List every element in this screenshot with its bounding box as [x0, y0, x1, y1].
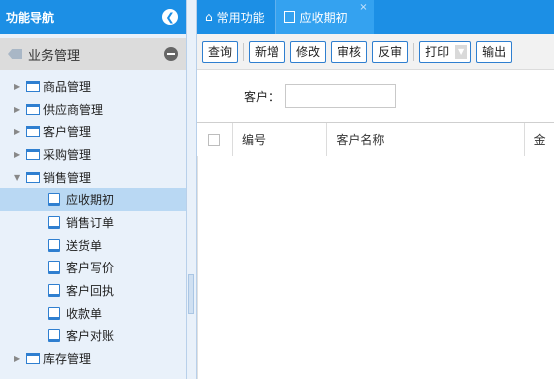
chevron-down-icon[interactable]: ▼ — [455, 44, 468, 59]
main-area: ⌂ 常用功能 应收期初 × 查询 新增 修改 审核 反审 打印 ▼ 输出 客户： — [197, 0, 554, 379]
module-label: 业务管理 — [28, 48, 81, 64]
tab-label: 应收期初 — [299, 10, 348, 25]
sidebar-item-customer-statement[interactable]: 客户对账 — [0, 325, 186, 348]
review-button[interactable]: 审核 — [331, 40, 368, 63]
expand-arrow-icon[interactable]: ▶ — [14, 150, 24, 159]
folder-icon — [26, 126, 40, 138]
toolbar: 查询 新增 修改 审核 反审 打印 ▼ 输出 — [197, 34, 554, 70]
sidebar-header: 功能导航 ❮ — [0, 0, 186, 34]
sidebar-item-receivable-opening[interactable]: 应收期初 — [0, 188, 186, 212]
document-icon — [48, 306, 60, 320]
expand-arrow-icon[interactable]: ▶ — [14, 127, 24, 136]
expand-arrow-icon[interactable]: ▶ — [14, 82, 24, 91]
print-button[interactable]: 打印 ▼ — [419, 40, 472, 63]
edit-button[interactable]: 修改 — [290, 40, 327, 63]
column-header-customer-name[interactable]: 客户名称 — [327, 122, 525, 157]
customer-input[interactable] — [285, 84, 397, 108]
document-icon — [48, 215, 60, 229]
data-grid: 编号 客户名称 金 — [197, 122, 554, 157]
export-button[interactable]: 输出 — [476, 40, 513, 63]
page-icon — [283, 11, 295, 23]
print-label: 打印 — [425, 45, 450, 59]
sidebar-item-customer-receipt[interactable]: 客户回执 — [0, 279, 186, 302]
sidebar-item-delivery-note[interactable]: 送货单 — [0, 234, 186, 257]
select-all-checkbox[interactable] — [208, 133, 221, 146]
document-icon — [48, 329, 60, 343]
close-tab-icon[interactable]: × — [359, 2, 367, 13]
collapse-module-icon[interactable] — [164, 47, 178, 61]
expand-arrow-icon[interactable]: ▶ — [14, 354, 24, 363]
tab-common-functions[interactable]: ⌂ 常用功能 — [197, 0, 276, 34]
add-button[interactable]: 新增 — [249, 40, 286, 63]
toolbar-divider — [243, 42, 245, 61]
tab-bar: ⌂ 常用功能 应收期初 × — [197, 0, 554, 34]
collapse-sidebar-icon[interactable]: ❮ — [162, 9, 178, 25]
sidebar-item-inventory[interactable]: ▶ 库存管理 — [0, 347, 186, 370]
sidebar-item-customers[interactable]: ▶ 客户管理 — [0, 120, 186, 143]
folder-icon — [26, 80, 40, 92]
folder-icon — [26, 148, 40, 160]
expand-arrow-icon[interactable]: ▶ — [14, 105, 24, 114]
customer-label: 客户： — [244, 89, 281, 104]
toolbar-divider — [413, 42, 415, 61]
select-all-cell — [197, 122, 233, 157]
sidebar: 功能导航 ❮ 业务管理 ▶ 商品管理 ▶ 供应商管理 ▶ 客户管理 ▶ 采购管理 — [0, 0, 187, 379]
sidebar-item-sales-order[interactable]: 销售订单 — [0, 211, 186, 234]
tab-label: 常用功能 — [216, 10, 265, 25]
sidebar-item-customer-pricing[interactable]: 客户写价 — [0, 257, 186, 280]
folder-icon — [26, 103, 40, 115]
panel-splitter[interactable] — [187, 0, 197, 379]
sidebar-item-suppliers[interactable]: ▶ 供应商管理 — [0, 98, 186, 121]
home-icon: ⌂ — [205, 10, 213, 24]
collapse-arrow-icon[interactable]: ▼ — [14, 173, 24, 182]
unreview-button[interactable]: 反审 — [372, 40, 409, 63]
document-icon — [48, 284, 60, 298]
tab-receivable-opening[interactable]: 应收期初 × — [275, 0, 374, 34]
sidebar-item-sales[interactable]: ▼ 销售管理 — [0, 166, 186, 189]
document-icon — [48, 261, 60, 275]
grid-header: 编号 客户名称 金 — [197, 122, 554, 157]
module-business-management[interactable]: 业务管理 — [0, 38, 186, 70]
column-header-amount[interactable]: 金 — [525, 123, 554, 157]
folder-icon — [26, 353, 40, 365]
grid-body — [197, 156, 554, 379]
folder-open-icon — [26, 171, 40, 183]
document-icon — [48, 238, 60, 252]
tag-icon — [8, 49, 22, 59]
splitter-handle[interactable] — [188, 274, 194, 314]
sidebar-item-payment-receipt[interactable]: 收款单 — [0, 302, 186, 325]
nav-tree: ▶ 商品管理 ▶ 供应商管理 ▶ 客户管理 ▶ 采购管理 ▼ 销售管理 应收期初 — [0, 70, 186, 370]
sidebar-title: 功能导航 — [6, 10, 55, 25]
sidebar-item-products[interactable]: ▶ 商品管理 — [0, 75, 186, 98]
query-button[interactable]: 查询 — [202, 40, 239, 63]
sidebar-item-purchasing[interactable]: ▶ 采购管理 — [0, 143, 186, 166]
document-icon — [48, 193, 60, 207]
column-header-number[interactable]: 编号 — [233, 122, 328, 157]
filter-bar: 客户： — [197, 70, 554, 122]
